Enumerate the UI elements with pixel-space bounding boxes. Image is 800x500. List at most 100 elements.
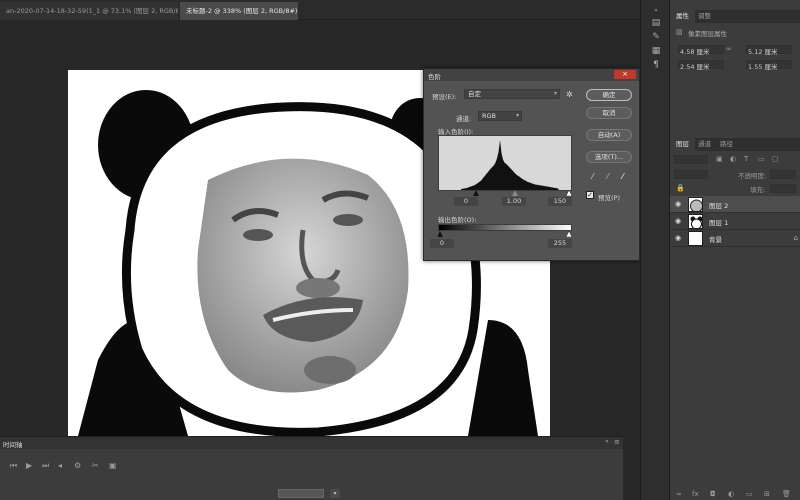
chevron-down-icon: ▾	[553, 90, 557, 97]
filter-shape-icon[interactable]: ▭	[758, 155, 765, 163]
settings-icon[interactable]: ⚙	[74, 461, 81, 470]
folder-icon[interactable]: ▭	[746, 490, 753, 498]
layer-name: 图层 1	[709, 219, 729, 227]
trash-icon[interactable]: 🗑	[782, 490, 791, 498]
layer-row[interactable]: ◉ 图层 2	[670, 196, 800, 213]
history-icon[interactable]: ▤	[650, 18, 662, 28]
layer-thumbnail	[688, 197, 703, 212]
first-frame-icon[interactable]: ⏮	[10, 461, 17, 471]
white-eyedropper-icon[interactable]: ⁄	[622, 172, 623, 181]
link-layers-icon[interactable]: ∞	[676, 490, 682, 498]
fill-label: 填充:	[750, 186, 766, 194]
output-black-field[interactable]: 0	[430, 239, 454, 248]
filter-adjust-icon[interactable]: ◐	[730, 155, 736, 163]
histogram-shape	[461, 140, 559, 190]
channel-select[interactable]: RGB ▾	[478, 111, 522, 121]
next-frame-icon[interactable]: ⏭	[42, 461, 49, 471]
dialog-titlebar[interactable]: 色阶 ×	[424, 69, 639, 81]
histogram	[438, 135, 572, 191]
scissors-icon[interactable]: ✂	[92, 461, 99, 470]
cancel-button[interactable]: 取消	[586, 107, 632, 119]
output-levels-label: 输出色阶(O):	[438, 216, 477, 224]
chevron-down-icon: ▾	[515, 112, 519, 119]
preset-label: 预设(E):	[432, 93, 457, 101]
paragraph-icon[interactable]: ¶	[650, 60, 662, 70]
new-layer-icon[interactable]: ⊞	[764, 490, 770, 498]
output-white-slider[interactable]	[565, 231, 573, 237]
brush-icon[interactable]: ✎	[650, 32, 662, 42]
eye-icon[interactable]: ◉	[675, 200, 681, 208]
input-slider-track[interactable]	[438, 190, 574, 196]
x-value: 2.54 厘米	[680, 63, 710, 71]
filter-type-icon[interactable]: T	[744, 155, 748, 163]
link-icon[interactable]: ∞	[726, 45, 732, 53]
layer-row[interactable]: ◉ 背景 ⌂	[670, 230, 800, 247]
gray-eyedropper-icon[interactable]: ⁄	[607, 172, 608, 181]
mask-icon[interactable]: ◘	[710, 490, 716, 498]
input-white-slider[interactable]	[565, 190, 573, 196]
layer-thumbnail-image	[690, 216, 702, 228]
blend-mode-select[interactable]	[674, 170, 708, 179]
filter-smart-icon[interactable]: ▢	[772, 155, 779, 163]
eye-icon[interactable]: ◉	[675, 234, 681, 242]
collapse-icon[interactable]: »	[650, 6, 662, 16]
gear-icon[interactable]: ✲	[566, 90, 573, 99]
tab-adjustments[interactable]: 调整	[692, 10, 717, 23]
preset-value: 自定	[468, 90, 481, 98]
layer-thumbnail-image	[690, 199, 702, 211]
dialog-title: 色阶	[428, 73, 441, 81]
panel-tool-strip: » ▤ ✎ ▦ ¶	[640, 0, 670, 500]
fill-field[interactable]	[770, 184, 796, 193]
timeline-title: 时间轴	[3, 441, 23, 449]
output-slider-track[interactable]	[438, 231, 574, 237]
layer-filter-select[interactable]	[674, 155, 708, 164]
input-black-field[interactable]: 0	[454, 197, 478, 206]
menu-icon[interactable]: ≡	[614, 438, 620, 446]
y-value: 1.55 厘米	[748, 63, 778, 71]
input-gamma-field[interactable]: 1.00	[502, 197, 526, 206]
lock-icon: ⌂	[793, 234, 798, 242]
opacity-field[interactable]	[770, 170, 796, 179]
eye-icon[interactable]: ◉	[675, 217, 681, 225]
width-value: 4.58 厘米	[680, 48, 710, 56]
options-button[interactable]: 选项(T)...	[586, 151, 632, 163]
histogram-graph	[461, 140, 559, 190]
filter-image-icon[interactable]: ▣	[716, 155, 723, 163]
auto-button[interactable]: 自动(A)	[586, 129, 632, 141]
play-icon[interactable]: ▶	[26, 461, 32, 470]
preview-checkbox[interactable]: ✓	[586, 191, 594, 199]
audio-icon[interactable]: ◂	[58, 461, 62, 470]
adjustment-icon[interactable]: ◐	[728, 490, 734, 498]
input-gamma-slider[interactable]	[512, 190, 518, 196]
transition-icon[interactable]: ▣	[109, 461, 117, 470]
input-black-slider[interactable]	[473, 190, 479, 196]
document-tab-2-label: 未标题-2 @ 338% (图层 2, RGB/8#) *	[186, 7, 298, 15]
chevron-down-icon[interactable]: ▾	[330, 489, 340, 498]
timeline-header: 时间轴 « ≡	[0, 437, 623, 449]
layers-tabs: 图层 通道 路径	[670, 138, 800, 151]
preview-label: 预览(P)	[598, 194, 620, 202]
opacity-label: 不透明度:	[738, 172, 767, 180]
output-black-slider[interactable]	[438, 231, 443, 237]
document-tab-2[interactable]: 未标题-2 @ 338% (图层 2, RGB/8#) *×	[180, 2, 298, 20]
channel-value: RGB	[482, 112, 497, 120]
layer-name: 图层 2	[709, 202, 729, 210]
close-icon[interactable]: ×	[614, 70, 636, 79]
layer-name: 背景	[709, 236, 722, 244]
create-video-timeline-button[interactable]	[278, 489, 324, 498]
properties-subtitle: 像素图层属性	[688, 30, 727, 38]
layer-thumbnail	[688, 231, 703, 246]
fx-icon[interactable]: fx	[692, 490, 699, 498]
black-eyedropper-icon[interactable]: ⁄	[592, 172, 593, 181]
preset-select[interactable]: 自定 ▾	[464, 89, 560, 99]
layer-row[interactable]: ◉ 图层 1	[670, 213, 800, 230]
document-tab-1[interactable]: an-2020-07-14-18-32-59(1_1 @ 73.1% (图层 2…	[0, 2, 178, 20]
tab-paths[interactable]: 路径	[714, 138, 739, 151]
output-white-field[interactable]: 255	[548, 239, 572, 248]
collapse-icon[interactable]: «	[605, 438, 609, 445]
input-white-field[interactable]: 150	[548, 197, 572, 206]
right-panels: 属性 调整 ▨ 像素图层属性 4.58 厘米 ∞ 5.12 厘米 2.54 厘米…	[670, 0, 800, 500]
lock-icon[interactable]: 🔒	[676, 184, 685, 192]
ok-button[interactable]: 确定	[586, 89, 632, 101]
swatches-icon[interactable]: ▦	[650, 46, 662, 56]
